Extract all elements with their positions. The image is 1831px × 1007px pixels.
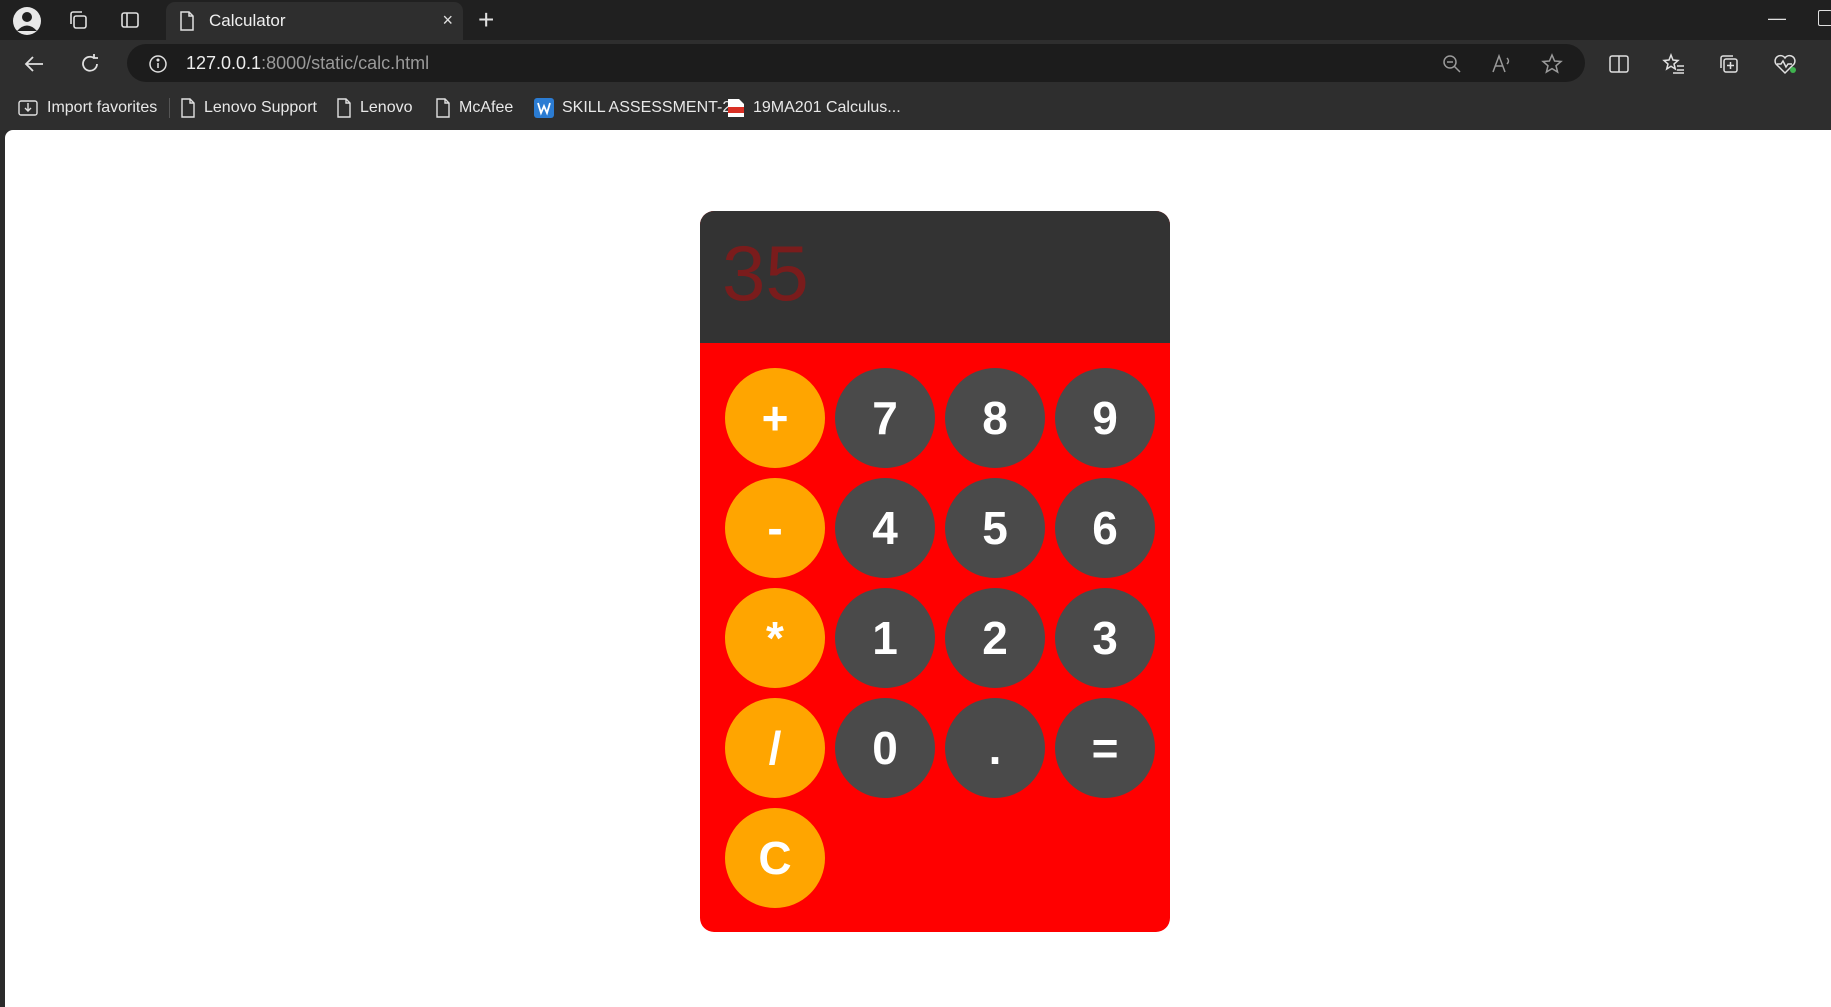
pdf-icon xyxy=(728,99,744,117)
url-text[interactable]: 127.0.0.1:8000/static/calc.html xyxy=(186,53,429,74)
active-tab[interactable]: Calculator × xyxy=(166,2,463,40)
plus-button[interactable]: + xyxy=(725,368,825,468)
page-icon xyxy=(337,98,351,118)
read-aloud-icon[interactable] xyxy=(1490,52,1514,76)
bookmark-skill-assessment[interactable]: SKILL ASSESSMENT-2 xyxy=(534,97,731,119)
equals-button[interactable]: = xyxy=(1055,698,1155,798)
five-button[interactable]: 5 xyxy=(945,478,1045,578)
two-button[interactable]: 2 xyxy=(945,588,1045,688)
favorites-icon[interactable] xyxy=(1661,51,1687,77)
profile-avatar[interactable] xyxy=(12,6,42,36)
bookmark-lenovo[interactable]: Lenovo xyxy=(336,97,413,119)
zoom-out-icon[interactable] xyxy=(1440,52,1464,76)
three-button[interactable]: 3 xyxy=(1055,588,1155,688)
bookmark-label: McAfee xyxy=(459,99,514,116)
browser-essentials-icon[interactable] xyxy=(1771,51,1799,77)
bookmark-lenovo-support[interactable]: Lenovo Support xyxy=(180,97,317,119)
page-viewport: 35 + 7 8 9 - 4 5 6 * 1 2 3 / 0 . = C xyxy=(5,130,1831,1007)
bookmark-label: Import favorites xyxy=(47,99,158,116)
bookmark-calculus-pdf[interactable]: 19MA201 Calculus... xyxy=(727,97,901,119)
bookmark-import-favorites[interactable]: Import favorites xyxy=(17,97,157,119)
minimize-button[interactable]: — xyxy=(1768,8,1786,29)
word-doc-icon xyxy=(534,98,554,118)
one-button[interactable]: 1 xyxy=(835,588,935,688)
nine-button[interactable]: 9 xyxy=(1055,368,1155,468)
clear-button[interactable]: C xyxy=(725,808,825,908)
page-icon xyxy=(181,98,195,118)
calculator: 35 + 7 8 9 - 4 5 6 * 1 2 3 / 0 . = C xyxy=(700,211,1170,932)
url-path: :8000/static/calc.html xyxy=(261,53,430,73)
site-info-icon[interactable] xyxy=(146,52,170,76)
url-host: 127.0.0.1 xyxy=(186,53,262,73)
bookmark-divider xyxy=(169,98,170,118)
import-icon xyxy=(18,100,38,116)
four-button[interactable]: 4 xyxy=(835,478,935,578)
split-screen-icon[interactable] xyxy=(1606,51,1632,77)
bookmark-label: Lenovo Support xyxy=(204,99,317,116)
bookmark-mcafee[interactable]: McAfee xyxy=(435,97,513,119)
divide-button[interactable]: / xyxy=(725,698,825,798)
bookmark-label: 19MA201 Calculus... xyxy=(753,99,901,116)
tab-title: Calculator xyxy=(209,11,286,30)
decimal-button[interactable]: . xyxy=(945,698,1045,798)
refresh-icon[interactable] xyxy=(76,50,104,78)
display-value: 35 xyxy=(722,229,809,317)
favorite-star-icon[interactable] xyxy=(1540,52,1564,76)
close-tab-icon[interactable]: × xyxy=(442,10,453,31)
six-button[interactable]: 6 xyxy=(1055,478,1155,578)
collections-icon[interactable] xyxy=(1716,51,1742,77)
restore-button[interactable] xyxy=(1818,10,1831,26)
bookmark-label: Lenovo xyxy=(360,99,413,116)
eight-button[interactable]: 8 xyxy=(945,368,1045,468)
minus-button[interactable]: - xyxy=(725,478,825,578)
new-tab-button[interactable]: + xyxy=(478,4,494,36)
page-icon xyxy=(436,98,450,118)
workspaces-icon[interactable] xyxy=(66,8,90,32)
back-arrow-icon[interactable] xyxy=(20,50,48,78)
page-icon xyxy=(178,10,196,32)
multiply-button[interactable]: * xyxy=(725,588,825,688)
bookmark-label: SKILL ASSESSMENT-2 xyxy=(562,99,732,116)
seven-button[interactable]: 7 xyxy=(835,368,935,468)
calculator-display: 35 xyxy=(700,211,1170,343)
tab-actions-icon[interactable] xyxy=(118,8,142,32)
zero-button[interactable]: 0 xyxy=(835,698,935,798)
